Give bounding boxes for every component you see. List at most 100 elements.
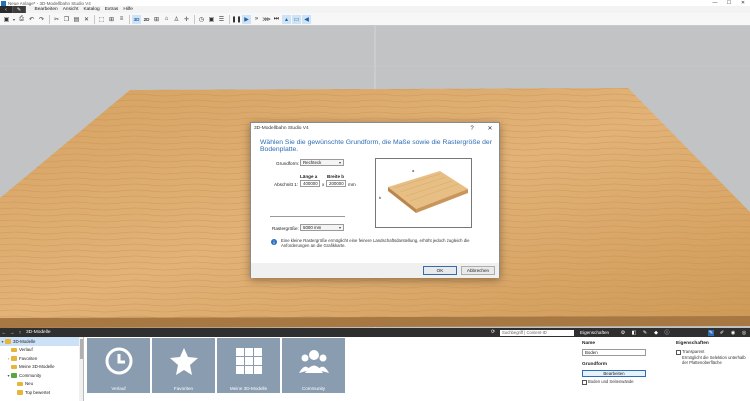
transparent-checkbox[interactable]	[676, 350, 681, 355]
walls-checkbox[interactable]	[582, 380, 587, 385]
info-text: Eine kleine Rastergröße ermöglicht eine …	[281, 238, 470, 248]
grid-view-icon[interactable]: ⊞	[152, 15, 161, 24]
clock-icon	[105, 347, 133, 375]
delete-icon[interactable]: ✕	[82, 15, 91, 24]
forward-icon[interactable]: →	[8, 330, 16, 336]
redo-icon[interactable]: ↷	[37, 15, 46, 24]
tree-item-top-rated[interactable]: Top bewertet	[0, 388, 83, 397]
menu-extras[interactable]: Extras	[102, 7, 121, 12]
save-icon[interactable]: ▣	[2, 15, 11, 24]
camera-icon[interactable]: ⌂	[162, 15, 171, 24]
tree-item-3d-models[interactable]: ▾ 3D-Modelle	[0, 337, 83, 346]
tree-item-verlauf[interactable]: Verlauf	[0, 346, 83, 355]
width-header: Breite b	[327, 174, 345, 179]
cancel-button[interactable]: Abbrechen	[461, 266, 495, 275]
refresh-icon[interactable]: ⟳	[491, 329, 495, 335]
tile-label: Verlauf	[111, 386, 126, 391]
catalog-search-input[interactable]: Suchbegriff | Content-ID	[500, 329, 574, 336]
edit-shape-button[interactable]: Bearbeiten	[582, 370, 646, 377]
edit-mode-icon[interactable]: ✎	[13, 6, 26, 13]
name-value: Boden	[585, 350, 598, 355]
pointer-mode-icon[interactable]: ▴	[282, 14, 291, 24]
tree-item-community[interactable]: ▾ Community	[0, 371, 83, 380]
dialog-close-button[interactable]: ✕	[481, 125, 499, 132]
menu-hilfe[interactable]: Hilfe	[121, 7, 136, 12]
pin-icon[interactable]: ✎	[708, 329, 714, 336]
copy-icon[interactable]: ❐	[62, 15, 71, 24]
dialog-divider	[270, 216, 345, 217]
properties-heading: Eigenschaften	[676, 341, 709, 346]
list-icon[interactable]: ☰	[217, 15, 226, 24]
width-input[interactable]: 200000	[326, 180, 346, 187]
dialog-title: 3D-Modellbahn Studio V4	[254, 126, 309, 131]
print-icon[interactable]: ⎙	[17, 15, 26, 24]
search-placeholder: Suchbegriff | Content-ID	[502, 330, 547, 335]
length-input[interactable]: 400000	[300, 180, 320, 187]
view-3d-button[interactable]: 3D	[132, 14, 141, 24]
back-icon[interactable]: ←	[0, 330, 8, 336]
person-icon[interactable]: ♙	[172, 15, 181, 24]
tree-item-label: Neu	[25, 381, 34, 387]
pause-icon[interactable]: ❚❚	[231, 15, 241, 24]
ok-button[interactable]: OK	[423, 266, 457, 275]
layers-tab-icon[interactable]: ◧	[631, 330, 637, 336]
frame-icon[interactable]: ▣	[207, 15, 216, 24]
folder-icon	[5, 339, 11, 344]
faster-forward-icon[interactable]: ⋙	[262, 15, 271, 24]
folder-icon	[11, 347, 17, 352]
layers-icon[interactable]: ≡	[117, 15, 126, 24]
menu-katalog[interactable]: Katalog	[81, 7, 102, 12]
shape-preview: a b	[375, 158, 472, 228]
view-3d-label: 3D	[133, 16, 140, 22]
info-icon: i	[271, 239, 277, 245]
object-icon[interactable]: ◆	[653, 330, 659, 336]
group-icon[interactable]: ⊞	[107, 15, 116, 24]
scrollbar-thumb[interactable]	[79, 339, 83, 359]
tree-scrollbar[interactable]	[79, 337, 83, 401]
tile-verlauf[interactable]: Verlauf	[87, 338, 150, 393]
clock-icon[interactable]: ◷	[197, 15, 206, 24]
people-icon	[299, 350, 329, 373]
tile-community[interactable]: Community	[282, 338, 345, 393]
tile-label: Meine 3D-Modelle	[229, 386, 268, 391]
panel-toggle-icon[interactable]: ▭	[292, 14, 301, 24]
tile-label: Favoriten	[173, 386, 194, 391]
dropdown-icon[interactable]: ▾	[12, 15, 16, 24]
undo-icon[interactable]: ↶	[27, 15, 36, 24]
help-button[interactable]: ?	[463, 126, 481, 132]
tree-item-my-models[interactable]: Meine 3D-Modelle	[0, 363, 83, 372]
app-icon	[1, 0, 6, 6]
info-tab-icon[interactable]: ⓘ	[664, 330, 670, 336]
menu-ansicht[interactable]: Ansicht	[60, 7, 81, 12]
tile-my-models[interactable]: Meine 3D-Modelle	[217, 338, 280, 393]
view-2d-button[interactable]: 2D	[142, 15, 151, 24]
tile-label: Community	[301, 386, 326, 391]
globe-icon	[11, 373, 17, 378]
up-icon[interactable]: ↑	[16, 330, 24, 336]
eye-icon[interactable]: ◎	[741, 330, 747, 336]
name-input[interactable]: Boden	[582, 349, 646, 356]
fast-forward-icon[interactable]: »	[252, 15, 261, 24]
pencil-icon[interactable]: ✐	[719, 330, 725, 336]
settings-icon[interactable]: ⚙	[620, 330, 626, 336]
shape-select[interactable]: Rechteck ▾	[300, 159, 344, 166]
tree-item-new[interactable]: Neu	[0, 380, 83, 389]
brush-icon[interactable]: ✎	[642, 330, 648, 336]
properties-panel: Name Boden Grundform Bearbeiten Boden un…	[572, 337, 750, 401]
play-icon[interactable]: ▶	[242, 14, 251, 24]
folder-icon	[11, 364, 17, 369]
dialog-title-bar: 3D-Modellbahn Studio V4 ? ✕	[251, 123, 499, 134]
crosshair-icon[interactable]: ✛	[182, 15, 191, 24]
back-arrow-icon[interactable]: ‹	[0, 6, 13, 13]
select-icon[interactable]: ⬚	[97, 15, 106, 24]
grid-size-select[interactable]: 5000 mm ▾	[300, 224, 344, 231]
unit-label: mm	[348, 182, 356, 187]
cut-icon[interactable]: ✂	[52, 15, 61, 24]
tile-favoriten[interactable]: Favoriten	[152, 338, 215, 393]
menu-bearbeiten[interactable]: Bearbeiten	[32, 7, 60, 12]
sound-icon[interactable]: ◀	[302, 14, 311, 24]
paste-icon[interactable]: ▤	[72, 15, 81, 24]
tree-item-favoriten[interactable]: › Favoriten	[0, 354, 83, 363]
camera-view-icon[interactable]: ◉	[730, 330, 736, 336]
skip-end-icon[interactable]: ⏭	[272, 15, 281, 24]
